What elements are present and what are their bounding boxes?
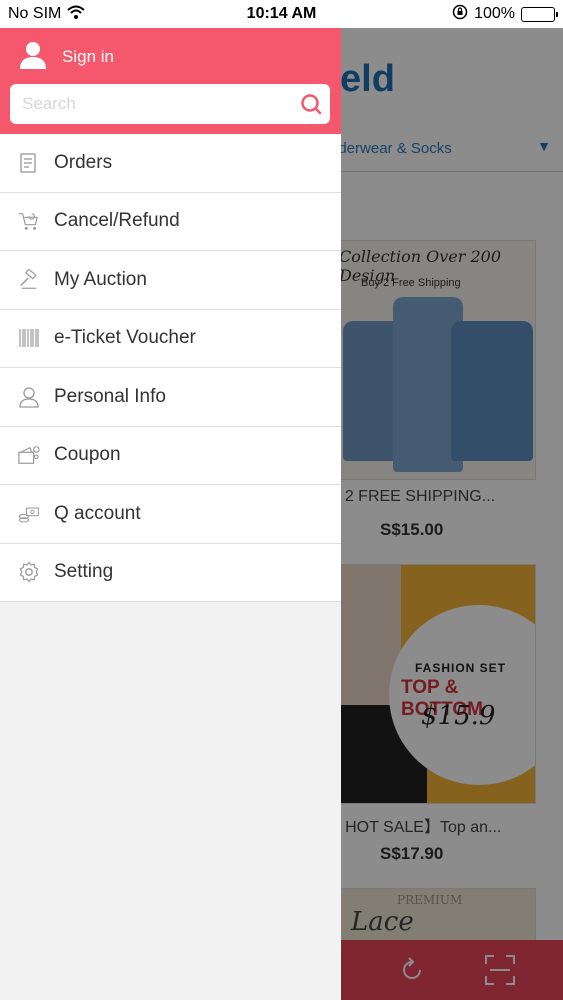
battery-icon xyxy=(521,6,558,22)
side-drawer: Sign in Orders xyxy=(0,28,341,1000)
search-icon[interactable] xyxy=(300,93,322,115)
carrier-label: No SIM xyxy=(8,5,62,22)
wifi-icon xyxy=(67,5,86,24)
menu-item-e-ticket-voucher[interactable]: e-Ticket Voucher xyxy=(0,310,341,368)
orders-icon xyxy=(18,152,40,174)
menu-item-label: e-Ticket Voucher xyxy=(54,327,196,349)
status-right: 100% xyxy=(452,4,558,25)
rotation-lock-icon xyxy=(452,4,468,25)
menu-item-label: Orders xyxy=(54,151,113,173)
drawer-menu: Orders Cancel/Refund My Auction e-Ticket… xyxy=(0,134,341,602)
menu-item-personal-info[interactable]: Personal Info xyxy=(0,368,341,427)
menu-item-label: Coupon xyxy=(54,444,121,466)
wallet-icon xyxy=(18,503,40,525)
menu-item-label: Setting xyxy=(54,561,114,583)
menu-item-label: Q account xyxy=(54,502,141,524)
user-icon xyxy=(18,41,48,74)
sign-in-label: Sign in xyxy=(62,47,114,66)
person-icon xyxy=(18,386,40,408)
status-bar: No SIM 10:14 AM 100% xyxy=(0,0,563,28)
menu-item-label: My Auction xyxy=(54,268,147,290)
status-left: No SIM xyxy=(8,5,86,24)
menu-item-label: Personal Info xyxy=(54,385,166,407)
cancel-refund-icon xyxy=(18,210,40,232)
menu-item-q-account[interactable]: Q account xyxy=(0,485,341,544)
menu-item-orders[interactable]: Orders xyxy=(0,134,341,193)
battery-percent: 100% xyxy=(474,5,515,22)
gear-icon xyxy=(18,561,40,583)
search-box xyxy=(10,84,330,124)
menu-item-coupon[interactable]: Coupon xyxy=(0,427,341,485)
sign-in-button[interactable]: Sign in xyxy=(18,41,114,74)
coupon-icon xyxy=(18,444,40,466)
screen: No SIM 10:14 AM 100% eld nderwear & Sock… xyxy=(0,0,563,1000)
drawer-header: Sign in xyxy=(0,28,341,134)
menu-item-my-auction[interactable]: My Auction xyxy=(0,251,341,310)
menu-item-cancel-refund[interactable]: Cancel/Refund xyxy=(0,193,341,251)
menu-item-label: Cancel/Refund xyxy=(54,210,180,232)
barcode-icon xyxy=(18,327,40,349)
auction-gavel-icon xyxy=(18,268,40,291)
menu-item-setting[interactable]: Setting xyxy=(0,544,341,602)
search-input[interactable] xyxy=(22,84,292,124)
